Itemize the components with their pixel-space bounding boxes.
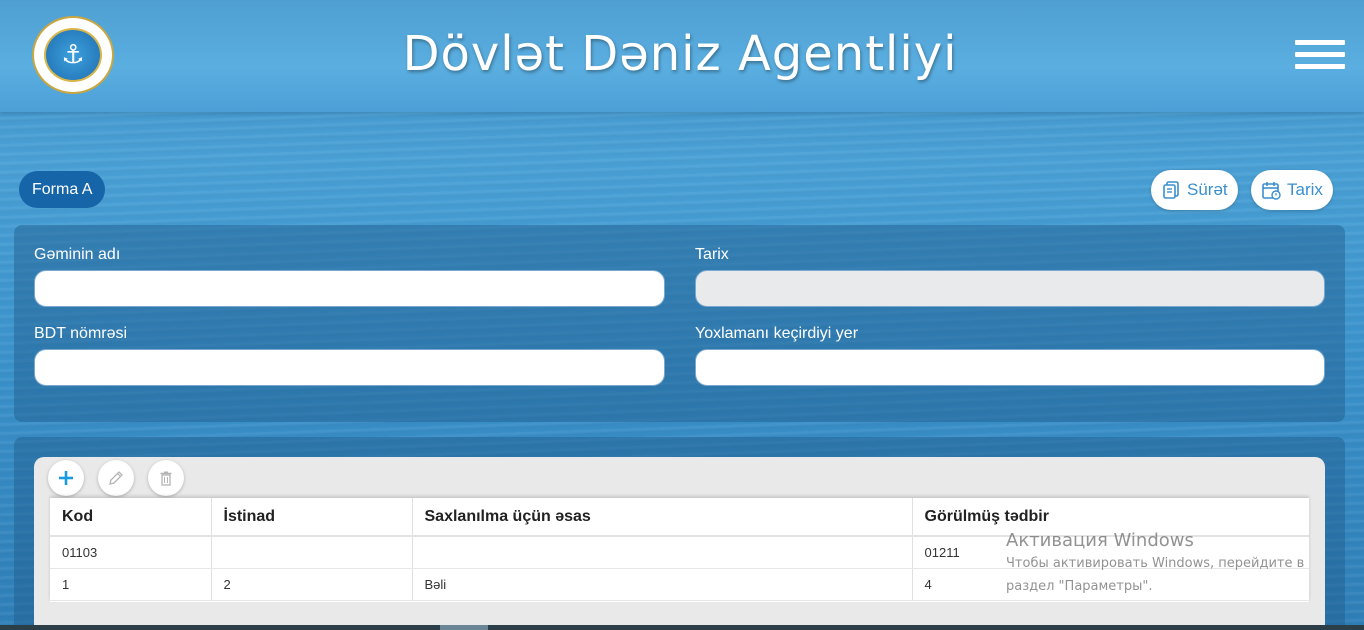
date-input[interactable]: [695, 270, 1325, 307]
anchor-icon: ⚓: [44, 28, 102, 82]
inspection-place-input[interactable]: [695, 349, 1325, 386]
horizontal-scrollbar[interactable]: [0, 625, 1364, 630]
table-cell[interactable]: 2: [211, 568, 413, 601]
bdt-number-input[interactable]: [34, 349, 665, 386]
trash-icon: [160, 471, 172, 486]
edit-row-button[interactable]: [98, 460, 134, 496]
column-header-kod[interactable]: Kod: [50, 498, 212, 537]
agency-logo: ⚓: [32, 16, 114, 94]
ship-name-label: Gəminin adı: [34, 246, 121, 263]
copy-button[interactable]: Sürət: [1151, 170, 1238, 210]
scrollbar-thumb[interactable]: [440, 625, 488, 630]
calendar-icon: [1262, 182, 1281, 200]
table-cell[interactable]: [412, 536, 913, 569]
form-panel: Gəminin adı Tarix BDT nömrəsi Yoxlamanı …: [14, 225, 1345, 422]
column-header-istinad[interactable]: İstinad: [211, 498, 413, 537]
form-badge: Forma A: [19, 171, 106, 208]
watermark-title: Активация Windows: [1006, 530, 1194, 551]
bdt-number-label: BDT nömrəsi: [34, 325, 128, 342]
app-header: ⚓ Dövlət Dəniz Agentliyi: [0, 0, 1364, 112]
date-button[interactable]: Tarix: [1251, 170, 1333, 210]
add-row-button[interactable]: [48, 460, 84, 496]
table-cell[interactable]: 01103: [50, 536, 212, 569]
plus-icon: [59, 471, 73, 485]
column-header-saxlanilma[interactable]: Saxlanılma üçün əsas: [412, 498, 913, 537]
page-title: Dövlət Dəniz Agentliyi: [402, 26, 958, 82]
windows-activation-watermark: Активация Windows Чтобы активировать Win…: [1006, 530, 1304, 597]
hamburger-menu-icon[interactable]: [1295, 40, 1345, 74]
ship-name-input[interactable]: [34, 270, 665, 307]
date-field-label: Tarix: [695, 246, 729, 263]
copy-label: Sürət: [1187, 180, 1228, 199]
table-cell[interactable]: [211, 536, 413, 569]
table-cell[interactable]: 1: [50, 568, 212, 601]
delete-row-button[interactable]: [148, 460, 184, 496]
watermark-line-1: Чтобы активировать Windows, перейдите в: [1006, 556, 1305, 571]
inspection-place-label: Yoxlamanı keçirdiyi yer: [695, 325, 859, 342]
date-label: Tarix: [1287, 180, 1323, 199]
pencil-icon: [109, 471, 123, 485]
watermark-line-2: раздел "Параметры".: [1006, 579, 1153, 594]
table-cell[interactable]: Bəli: [412, 568, 913, 601]
copy-icon: [1163, 181, 1179, 199]
